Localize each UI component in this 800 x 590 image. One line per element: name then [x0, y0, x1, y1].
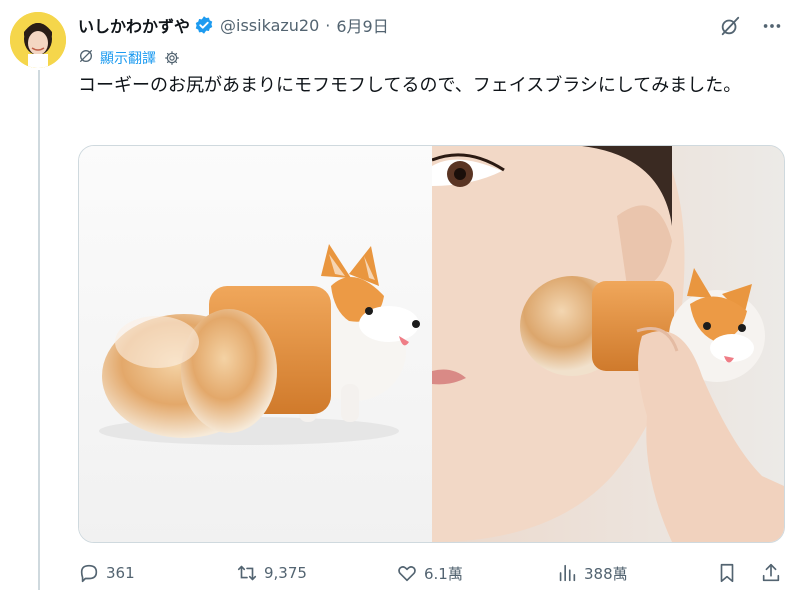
photo-face-brush[interactable] [431, 146, 784, 542]
translate-row: 顯示翻譯 [78, 48, 180, 68]
share-icon [760, 562, 782, 584]
corgi-brush-illustration [99, 244, 420, 445]
reply-count: 361 [106, 564, 135, 582]
views-count: 388萬 [584, 564, 628, 583]
grok-icon[interactable] [718, 14, 742, 38]
media-grid [78, 145, 785, 543]
thread-line [38, 70, 40, 590]
reply-icon [78, 562, 100, 584]
like-button[interactable]: 6.1萬 [396, 562, 463, 584]
bookmark-icon [716, 562, 738, 584]
translate-icon [78, 48, 94, 68]
handle[interactable]: @issikazu20 [220, 16, 319, 35]
settings-gear-icon[interactable] [164, 50, 180, 66]
photo-corgi-brush[interactable] [79, 146, 432, 542]
display-name[interactable]: いしかわかずや [78, 13, 190, 37]
like-icon [396, 562, 418, 584]
tweet-header: いしかわかずや @issikazu20 · 6月9日 [78, 12, 389, 38]
share-button[interactable] [760, 562, 782, 584]
retweet-button[interactable]: 9,375 [236, 562, 307, 584]
retweet-icon [236, 562, 258, 584]
avatar[interactable] [10, 12, 66, 68]
action-bar: 361 9,375 6.1萬 388萬 [78, 560, 784, 586]
top-actions [718, 14, 784, 38]
tweet-text: コーギーのお尻があまりにモフモフしてるので、フェイスブラシにしてみました。 [78, 75, 742, 96]
post-date[interactable]: 6月9日 [336, 13, 388, 37]
views-icon [556, 562, 578, 584]
face-brush-illustration [431, 146, 784, 542]
bookmark-button[interactable] [716, 562, 738, 584]
like-count: 6.1萬 [424, 564, 463, 583]
reply-button[interactable]: 361 [78, 562, 135, 584]
verified-badge-icon [194, 15, 214, 35]
retweet-count: 9,375 [264, 564, 307, 582]
more-icon[interactable] [760, 14, 784, 38]
avatar-image [10, 12, 66, 68]
separator: · [325, 15, 331, 35]
views-button[interactable]: 388萬 [556, 562, 628, 584]
translate-link[interactable]: 顯示翻譯 [100, 48, 156, 68]
